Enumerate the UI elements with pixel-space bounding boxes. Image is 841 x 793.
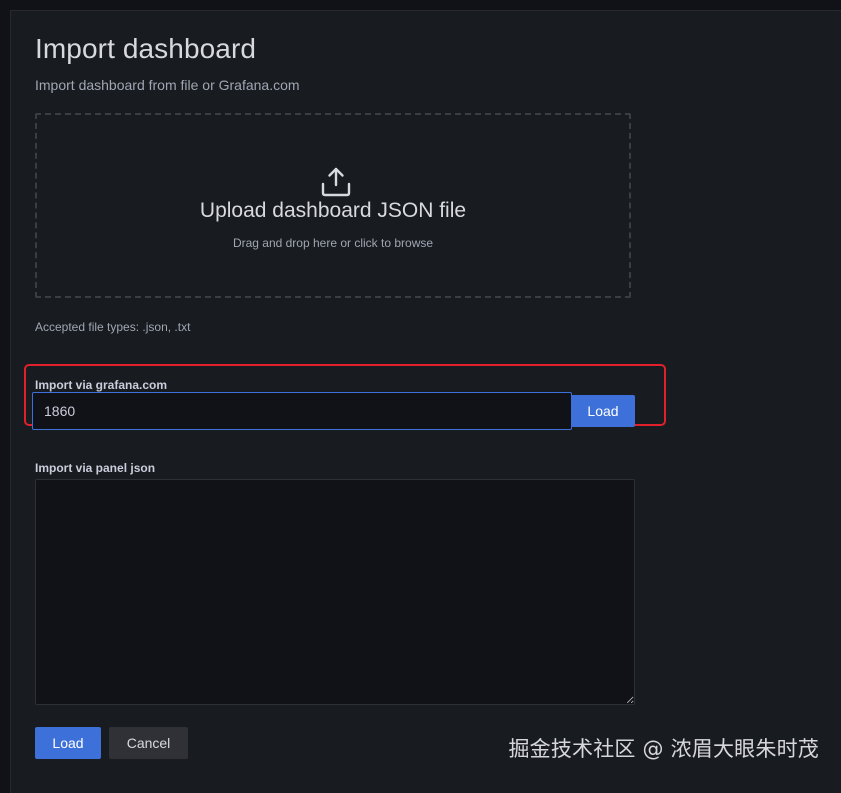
grafana-import-label: Import via grafana.com xyxy=(35,378,168,392)
upload-title: Upload dashboard JSON file xyxy=(199,199,467,222)
load-button[interactable]: Load xyxy=(35,727,101,759)
upload-hint: Drag and drop here or click to browse xyxy=(232,236,434,250)
upload-icon xyxy=(321,167,351,197)
panel-json-label: Import via panel json xyxy=(35,461,156,475)
panel-json-textarea[interactable] xyxy=(35,479,635,705)
cancel-button[interactable]: Cancel xyxy=(109,727,188,759)
page-title: Import dashboard xyxy=(35,33,257,64)
upload-dropzone[interactable]: Upload dashboard JSON file Drag and drop… xyxy=(35,113,631,298)
grafana-load-button[interactable]: Load xyxy=(571,395,635,427)
grafana-id-input[interactable] xyxy=(32,392,572,430)
import-dashboard-panel: Import dashboard Import dashboard from f… xyxy=(10,10,841,793)
watermark: 掘金技术社区 @ 浓眉大眼朱时茂 xyxy=(508,737,819,761)
page-subtitle: Import dashboard from file or Grafana.co… xyxy=(35,77,300,93)
accepted-file-types: Accepted file types: .json, .txt xyxy=(35,320,191,334)
